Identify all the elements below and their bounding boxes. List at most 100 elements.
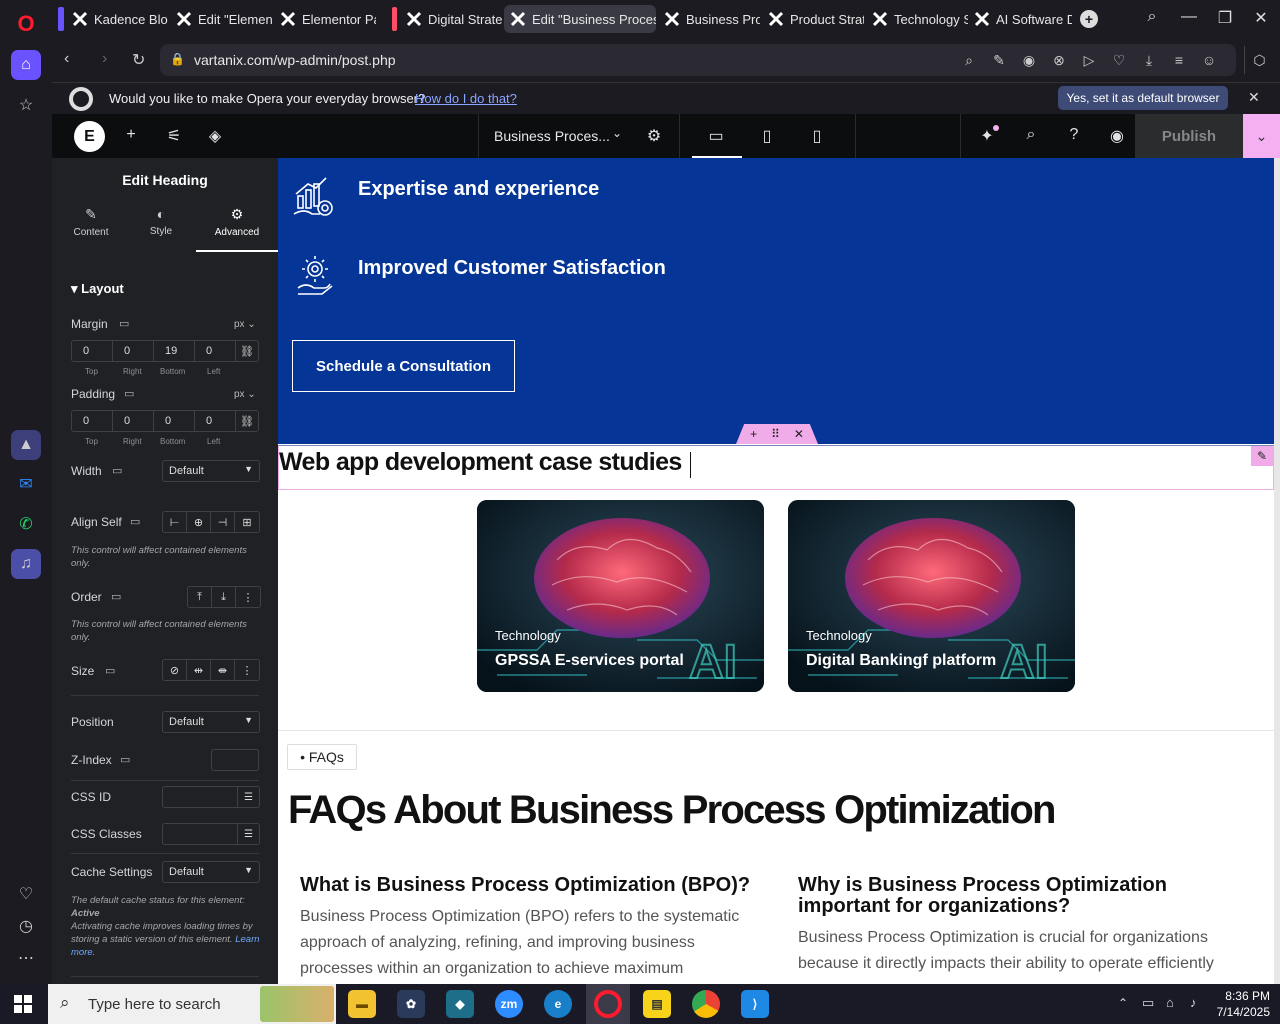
monitor-icon[interactable]: ▭ — [105, 664, 115, 677]
margin-left-input[interactable]: 0 — [195, 341, 236, 361]
adblock-icon[interactable]: ⊗ — [1050, 52, 1068, 69]
edge-icon[interactable]: e — [544, 990, 572, 1018]
mobile-icon[interactable]: ▯ — [806, 126, 828, 146]
document-title[interactable]: Business Proces... — [494, 128, 610, 144]
tab-kadence[interactable]: Kadence Block — [66, 5, 168, 33]
back-icon[interactable]: ‹ — [64, 50, 69, 68]
url-text[interactable]: vartanix.com/wp-admin/post.php — [194, 52, 396, 68]
paint-icon[interactable]: ✿ — [397, 990, 425, 1018]
help-icon[interactable]: ? — [1063, 126, 1085, 144]
monitor-icon[interactable]: ▭ — [111, 590, 121, 603]
align-end-icon[interactable]: ⊣ — [211, 512, 235, 532]
link-values-icon[interactable]: ⛓ — [236, 341, 258, 361]
clock[interactable]: 8:36 PM 7/14/2025 — [1210, 988, 1270, 1020]
find-icon[interactable]: ⌕ — [960, 52, 978, 69]
padding-top-input[interactable]: 0 — [72, 411, 113, 431]
home-icon[interactable]: ⌂ — [11, 50, 41, 80]
star-icon[interactable]: ☆ — [11, 90, 41, 120]
close-icon[interactable]: ✕ — [794, 427, 804, 441]
elementor-logo-icon[interactable]: E — [74, 121, 105, 152]
case-title[interactable]: Digital Bankingf platform — [806, 652, 996, 670]
maximize-button[interactable]: ❐ — [1213, 8, 1237, 28]
app-icon[interactable]: ◆ — [446, 990, 474, 1018]
chevron-down-icon[interactable]: ⌄ — [606, 126, 628, 140]
heading-widget[interactable]: Web app development case studies ✎ — [278, 445, 1274, 490]
extensions-icon[interactable]: ⬡ — [1244, 46, 1274, 74]
monitor-icon[interactable]: ▭ — [124, 387, 134, 400]
margin-right-input[interactable]: 0 — [113, 341, 154, 361]
vscode-icon[interactable]: ⟩ — [741, 990, 769, 1018]
tab-edit-business-process[interactable]: Edit "Business Process O — [504, 5, 656, 33]
css-classes-input[interactable]: ☰ — [162, 823, 260, 845]
tab-style[interactable]: ◐ Style — [125, 206, 197, 252]
tab-elementor-page[interactable]: Elementor Pag — [274, 5, 376, 33]
padding-right-input[interactable]: 0 — [113, 411, 154, 431]
zoom-icon[interactable]: zm — [495, 990, 523, 1018]
monitor-icon[interactable]: ▭ — [120, 753, 130, 766]
element-handle[interactable]: + ⠿ ✕ — [736, 424, 818, 444]
search-tabs-icon[interactable]: ⌕ — [1140, 8, 1164, 26]
tab-ai-software[interactable]: AI Software D — [968, 5, 1072, 33]
tab-advanced[interactable]: ⚙ Advanced — [196, 206, 278, 252]
camera-icon[interactable]: ◉ — [1020, 52, 1038, 69]
css-id-input[interactable]: ☰ — [162, 786, 260, 808]
desktop-icon[interactable]: ▭ — [705, 126, 727, 146]
new-tab-button[interactable]: + — [1080, 10, 1098, 28]
edit-pencil-icon[interactable]: ✎ — [1251, 446, 1273, 466]
site-settings-icon[interactable]: ⚟ — [163, 126, 185, 146]
how-to-link[interactable]: How do I do that? — [415, 91, 517, 106]
width-select[interactable]: Default ▼ — [162, 460, 260, 482]
case-title[interactable]: GPSSA E-services portal — [495, 652, 684, 670]
size-none-icon[interactable]: ⊘ — [163, 660, 187, 680]
battery-icon[interactable]: ▭ — [1142, 995, 1154, 1011]
dynamic-tags-icon[interactable]: ☰ — [237, 824, 259, 844]
tab-business-process[interactable]: Business Proce — [658, 5, 760, 33]
position-select[interactable]: Default ▼ — [162, 711, 260, 733]
tab-content[interactable]: ✎ Content — [55, 206, 127, 252]
taskbar-search[interactable]: ⌕ Type here to search — [48, 984, 336, 1024]
margin-bottom-input[interactable]: 19 — [154, 341, 195, 361]
padding-bottom-input[interactable]: 0 — [154, 411, 195, 431]
padding-unit-select[interactable]: px ⌄ — [234, 389, 256, 400]
dynamic-tags-icon[interactable]: ☰ — [237, 787, 259, 807]
align-start-icon[interactable]: ⊢ — [163, 512, 187, 532]
file-explorer-icon[interactable]: ▬ — [348, 990, 376, 1018]
layout-section-toggle[interactable]: ▾ Layout — [71, 281, 124, 297]
url-box[interactable]: 🔒 vartanix.com/wp-admin/post.php ⌕ ✎ ◉ ⊗… — [160, 44, 1236, 76]
forward-icon[interactable]: › — [102, 50, 107, 68]
structure-icon[interactable]: ◈ — [204, 126, 226, 146]
align-center-icon[interactable]: ⊕ — [187, 512, 211, 532]
margin-top-input[interactable]: 0 — [72, 341, 113, 361]
cache-select[interactable]: Default ▼ — [162, 861, 260, 883]
search-icon[interactable]: ⌕ — [1020, 126, 1042, 144]
network-icon[interactable]: ⌂ — [1166, 995, 1174, 1010]
tab-edit-elementor[interactable]: Edit "Elemento — [170, 5, 272, 33]
whatsapp-icon[interactable]: ✆ — [11, 509, 41, 539]
tab-technology[interactable]: Technology St — [866, 5, 968, 33]
order-last-icon[interactable]: ⤓ — [212, 587, 236, 607]
edit-icon[interactable]: ✎ — [990, 52, 1008, 69]
case-study-card[interactable]: AI Technology GPSSA E-services portal — [477, 500, 764, 692]
minimize-button[interactable]: — — [1177, 8, 1201, 26]
close-window-button[interactable]: ✕ — [1249, 8, 1273, 28]
publish-button[interactable]: Publish — [1135, 114, 1243, 158]
download-icon[interactable]: ⤓ — [1140, 52, 1158, 69]
chrome-icon[interactable] — [692, 990, 720, 1018]
heart-icon[interactable]: ♡ — [11, 879, 41, 909]
tab-product-strategy[interactable]: Product Strate — [762, 5, 864, 33]
case-study-card[interactable]: AI Technology Digital Bankingf platform — [788, 500, 1075, 692]
size-custom-icon[interactable]: ⋮ — [235, 660, 259, 680]
aria-icon[interactable]: ▲ — [11, 430, 41, 460]
close-icon[interactable]: ✕ — [1248, 89, 1260, 106]
opera-icon[interactable] — [594, 990, 622, 1018]
opera-logo-icon[interactable]: O — [11, 9, 41, 39]
reload-icon[interactable]: ↻ — [132, 50, 145, 70]
more-icon[interactable]: ⋯ — [11, 943, 41, 973]
volume-icon[interactable]: ♪ — [1190, 995, 1197, 1010]
windows-start-icon[interactable] — [14, 995, 32, 1013]
drag-handle-icon[interactable]: ⠿ — [771, 427, 780, 441]
history-icon[interactable]: ◷ — [11, 911, 41, 941]
page-settings-icon[interactable]: ⚙ — [643, 126, 665, 146]
music-icon[interactable]: ♫ — [11, 549, 41, 579]
bookmark-heart-icon[interactable]: ♡ — [1110, 52, 1128, 69]
